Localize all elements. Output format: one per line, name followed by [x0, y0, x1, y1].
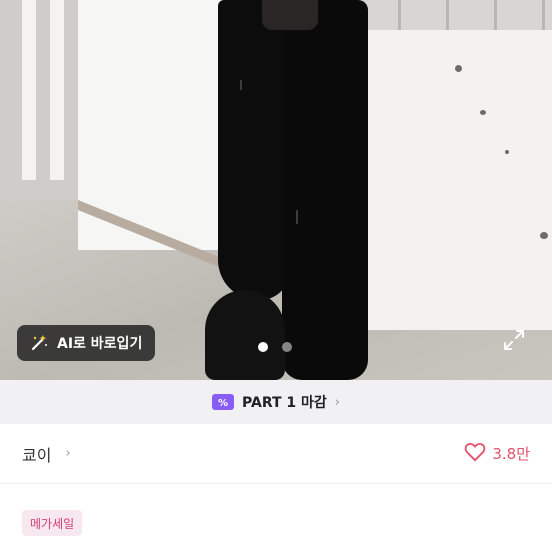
ai-try-on-button[interactable]: AI로 바로입기: [17, 325, 155, 361]
seller-name[interactable]: 쿄이: [22, 442, 51, 466]
chevron-right-icon: ›: [65, 446, 71, 461]
chevron-right-icon: ›: [334, 394, 340, 410]
seller-row[interactable]: 쿄이 › 3.8만: [0, 424, 552, 484]
shoe: [205, 290, 285, 380]
ticket-icon: %: [212, 394, 235, 410]
pants-stitch: [240, 80, 242, 90]
wall-spot: [480, 110, 486, 115]
glove: [262, 0, 318, 30]
expand-icon[interactable]: [502, 328, 526, 352]
sale-tag: 메가세일: [22, 510, 83, 536]
pants-stitch: [296, 210, 298, 224]
banner-label: PART 1 마감: [242, 395, 327, 411]
product-photo[interactable]: AI로 바로입기: [0, 0, 552, 380]
image-pagination: [258, 342, 292, 352]
wall-spot: [505, 150, 509, 154]
pants-right-leg: [282, 0, 368, 380]
heart-icon: [464, 442, 486, 466]
svg-text:%: %: [218, 398, 228, 409]
wall-spot: [455, 65, 462, 72]
ai-try-on-label: AI로 바로입기: [57, 336, 143, 352]
pants-left-leg: [218, 0, 290, 300]
like-count: 3.8만: [492, 445, 530, 463]
event-banner[interactable]: % PART 1 마감 ›: [0, 380, 552, 424]
photo-wall-right: [340, 30, 552, 330]
pagination-dot[interactable]: [282, 342, 292, 352]
magic-wand-icon: [29, 333, 49, 353]
photo-wall-left: [0, 0, 78, 200]
like-button[interactable]: 3.8만: [464, 442, 530, 466]
pagination-dot-active[interactable]: [258, 342, 268, 352]
wall-spot: [540, 232, 548, 239]
